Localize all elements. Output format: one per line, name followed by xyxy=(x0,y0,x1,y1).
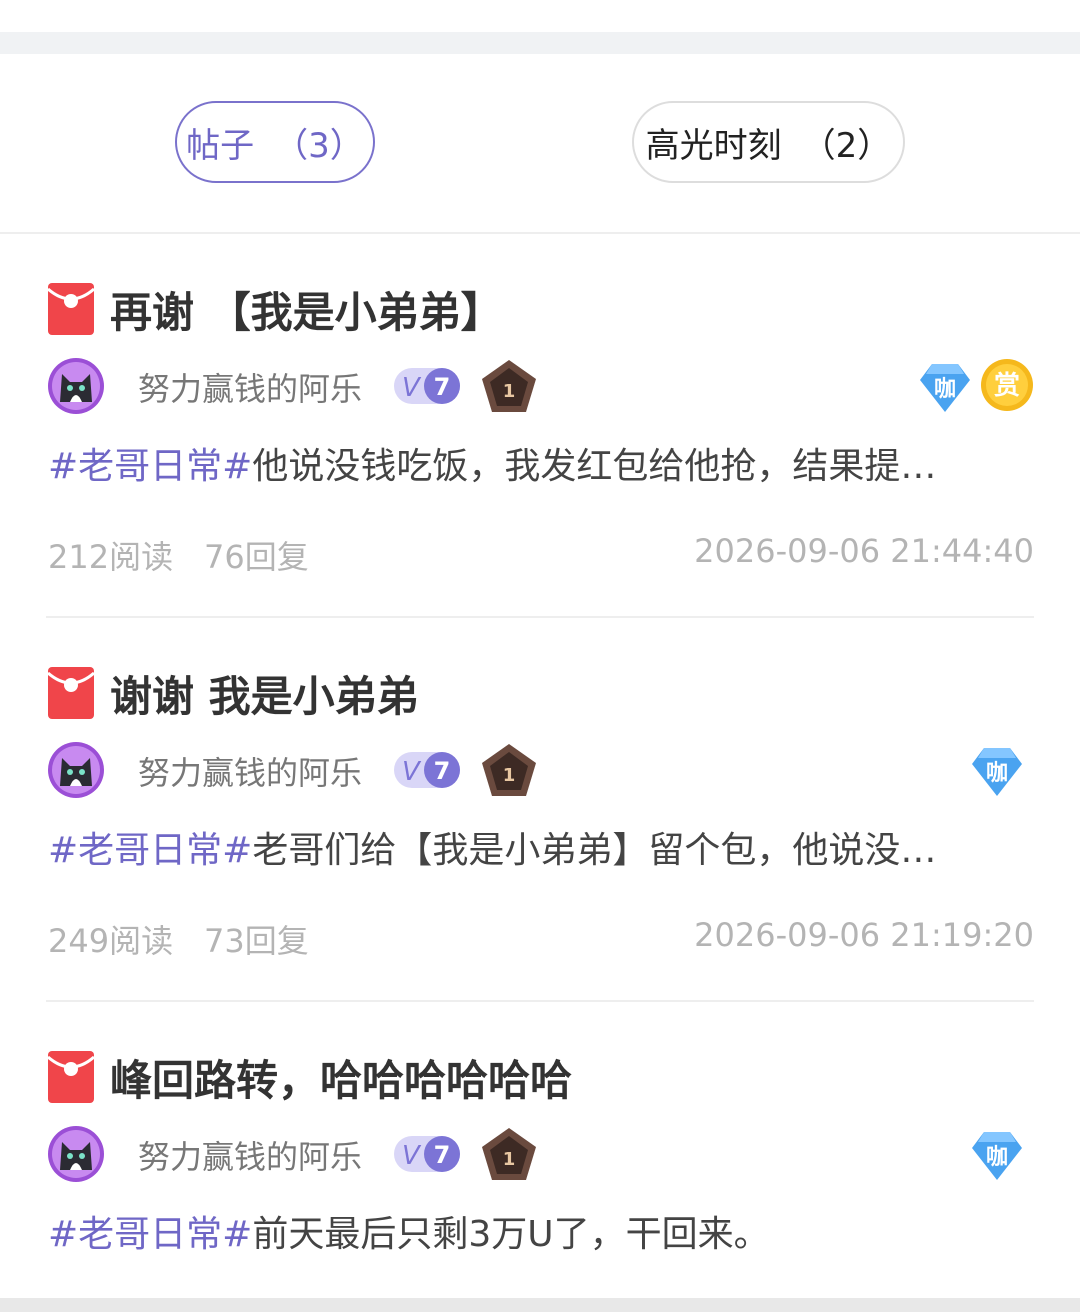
post-item[interactable]: 谢谢 我是小弟弟 努力赢钱的阿乐 V7 1 咖 #老哥日常#老哥们给【我是小弟弟… xyxy=(0,618,1080,1002)
avatar[interactable] xyxy=(48,358,104,414)
diamond-ka-badge[interactable]: 咖 xyxy=(970,1128,1024,1182)
tab-posts-count: （3） xyxy=(274,125,364,166)
author-name[interactable]: 努力赢钱的阿乐 xyxy=(138,748,362,794)
post-item[interactable]: 再谢 【我是小弟弟】 努力赢钱的阿乐 V7 1 咖 赏 #老哥日常#他说没钱吃饭… xyxy=(0,234,1080,618)
topic-tag[interactable]: #老哥日常# xyxy=(48,446,252,487)
post-meta: 249阅读 73回复 2026-09-06 21:19:20 xyxy=(48,916,1034,960)
post-title-row: 谢谢 我是小弟弟 xyxy=(47,663,419,723)
diamond-ka-badge[interactable]: 咖 xyxy=(970,744,1024,798)
vip-level-badge: V7 xyxy=(394,1134,464,1174)
post-title-row: 再谢 【我是小弟弟】 xyxy=(47,279,503,339)
rank-level-number: 1 xyxy=(503,381,516,402)
tab-posts-label: 帖子 xyxy=(186,125,255,166)
author-row: 努力赢钱的阿乐 V7 1 咖 xyxy=(48,1124,1034,1184)
post-meta: 212阅读 76回复 2026-09-06 21:44:40 xyxy=(48,532,1034,576)
svg-text:V: V xyxy=(402,1141,422,1171)
shang-badge-label: 赏 xyxy=(994,371,1020,401)
ka-badge-label: 咖 xyxy=(986,761,1008,786)
bottom-separator xyxy=(0,1298,1080,1312)
vip-level-number: 7 xyxy=(434,757,451,785)
ka-badge-label: 咖 xyxy=(986,1145,1008,1170)
post-item[interactable]: 峰回路转，哈哈哈哈哈哈 努力赢钱的阿乐 V7 1 咖 #老哥日常#前天最后只剩3… xyxy=(0,1002,1080,1298)
read-count: 212阅读 xyxy=(48,538,174,576)
post-excerpt: #老哥日常#老哥们给【我是小弟弟】留个包，他说没… xyxy=(48,821,1008,873)
tab-highlights-count: （2） xyxy=(801,125,892,166)
svg-text:V: V xyxy=(402,757,422,787)
tab-posts[interactable]: 帖子 （3） xyxy=(175,101,375,183)
topic-tag[interactable]: #老哥日常# xyxy=(48,1214,252,1255)
post-title-row: 峰回路转，哈哈哈哈哈哈 xyxy=(47,1047,573,1107)
red-packet-icon xyxy=(47,1051,95,1103)
reward-shang-badge[interactable]: 赏 xyxy=(980,358,1034,412)
author-name[interactable]: 努力赢钱的阿乐 xyxy=(138,1132,362,1178)
topic-tag[interactable]: #老哥日常# xyxy=(48,830,252,871)
read-count: 249阅读 xyxy=(48,922,174,960)
post-title: 谢谢 我是小弟弟 xyxy=(110,671,419,721)
top-separator xyxy=(0,32,1080,54)
post-excerpt: #老哥日常#他说没钱吃饭，我发红包给他抢，结果提… xyxy=(48,437,1008,489)
avatar[interactable] xyxy=(48,742,104,798)
reply-count: 76回复 xyxy=(204,538,309,576)
diamond-ka-badge[interactable]: 咖 xyxy=(918,360,972,414)
vip-level-number: 7 xyxy=(434,373,451,401)
vip-level-badge: V7 xyxy=(394,366,464,406)
avatar[interactable] xyxy=(48,1126,104,1182)
post-title: 峰回路转，哈哈哈哈哈哈 xyxy=(110,1055,573,1105)
post-timestamp: 2026-09-06 21:19:20 xyxy=(694,916,1034,954)
excerpt-text: 前天最后只剩3万U了，干回来。 xyxy=(252,1214,770,1255)
author-name[interactable]: 努力赢钱的阿乐 xyxy=(138,364,362,410)
rank-level-number: 1 xyxy=(503,1149,516,1170)
svg-text:V: V xyxy=(402,373,422,403)
rank-badge: 1 xyxy=(480,742,538,798)
author-row: 努力赢钱的阿乐 V7 1 咖 赏 xyxy=(48,356,1034,416)
post-excerpt: #老哥日常#前天最后只剩3万U了，干回来。 xyxy=(48,1205,1008,1257)
red-packet-icon xyxy=(47,283,95,335)
rank-level-number: 1 xyxy=(503,765,516,786)
tab-bar: 帖子 （3） 高光时刻 （2） xyxy=(0,54,1080,234)
post-title: 再谢 【我是小弟弟】 xyxy=(110,287,503,337)
excerpt-text: 他说没钱吃饭，我发红包给他抢，结果提… xyxy=(252,446,937,487)
post-timestamp: 2026-09-06 21:44:40 xyxy=(694,532,1034,570)
tab-highlights-label: 高光时刻 xyxy=(645,125,782,166)
ka-badge-label: 咖 xyxy=(934,377,956,402)
rank-badge: 1 xyxy=(480,1126,538,1182)
vip-level-number: 7 xyxy=(434,1141,451,1169)
author-row: 努力赢钱的阿乐 V7 1 咖 xyxy=(48,740,1034,800)
rank-badge: 1 xyxy=(480,358,538,414)
tab-highlights[interactable]: 高光时刻 （2） xyxy=(632,101,905,183)
reply-count: 73回复 xyxy=(204,922,309,960)
red-packet-icon xyxy=(47,667,95,719)
excerpt-text: 老哥们给【我是小弟弟】留个包，他说没… xyxy=(252,830,937,871)
vip-level-badge: V7 xyxy=(394,750,464,790)
